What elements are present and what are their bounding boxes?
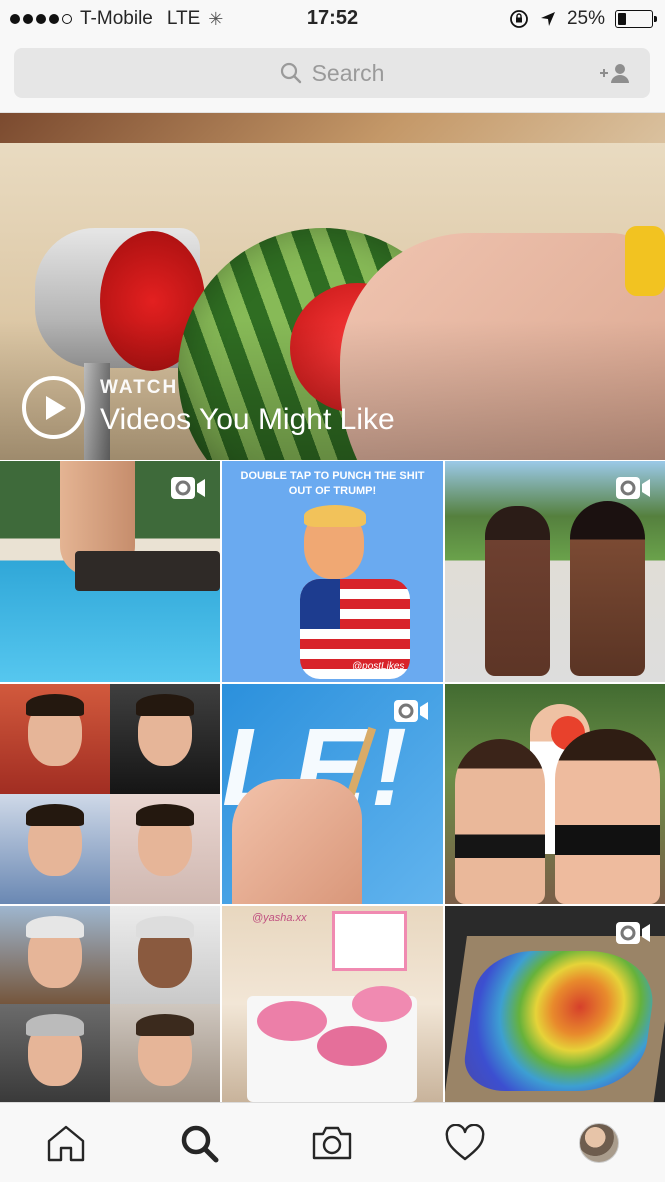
tile-beach-person-left	[455, 739, 545, 904]
explore-tile-pink-kitchen[interactable]: @yasha.xx	[222, 906, 443, 1102]
tile-kitchen-watermark: @yasha.xx	[252, 912, 307, 924]
tile-meme-hair	[304, 505, 366, 527]
explore-grid: DOUBLE TAP TO PUNCH THE SHIT OUT OF TRUM…	[0, 461, 665, 1102]
collage-cell	[110, 1004, 220, 1102]
search-input[interactable]: Search	[14, 48, 650, 98]
tile-kitchen-pot	[317, 1026, 387, 1066]
featured-video-card[interactable]: WATCH Videos You Might Like	[0, 113, 665, 460]
tab-camera[interactable]	[310, 1121, 354, 1165]
profile-avatar	[579, 1123, 619, 1163]
tile-painting-hand	[232, 779, 362, 904]
explore-tile-collage-men[interactable]	[0, 906, 220, 1102]
tab-bar	[0, 1102, 665, 1182]
tile-beach-person-right	[555, 729, 660, 904]
search-icon	[280, 62, 301, 84]
search-inner: Search	[280, 59, 385, 87]
camera-icon	[312, 1126, 352, 1160]
explore-tile-painting[interactable]: LE!	[222, 684, 443, 904]
tab-profile[interactable]	[577, 1121, 621, 1165]
tile-dancer-right	[570, 501, 645, 676]
tile-meme-watermark: @postLikes	[352, 661, 405, 672]
explore-tile-collage-actors[interactable]	[0, 684, 220, 904]
search-icon	[181, 1125, 219, 1163]
tab-search[interactable]	[177, 1121, 221, 1165]
tile-kitchen-pot	[352, 986, 412, 1022]
tile-sandbox-map	[460, 951, 660, 1091]
status-right: 25%	[509, 8, 657, 30]
collage-cell	[110, 906, 220, 1004]
tile-kitchen-pot	[257, 1001, 327, 1041]
battery-icon	[615, 10, 657, 28]
explore-tile-beach-friends[interactable]	[445, 684, 665, 904]
video-camera-icon	[616, 922, 650, 944]
collage-cell	[0, 794, 110, 904]
featured-eyebrow: WATCH	[100, 377, 179, 398]
search-placeholder: Search	[311, 59, 385, 86]
tile-kitchen-sign	[332, 911, 407, 971]
add-person-button[interactable]	[598, 62, 632, 90]
heart-icon	[445, 1124, 485, 1161]
tab-home[interactable]	[44, 1121, 88, 1165]
play-icon	[46, 395, 66, 420]
collage-cell	[0, 906, 110, 1004]
rotation-lock-icon	[510, 10, 528, 28]
explore-tile-meme[interactable]: DOUBLE TAP TO PUNCH THE SHIT OUT OF TRUM…	[222, 461, 443, 682]
tile-pool-raft	[75, 551, 220, 591]
featured-title: Videos You Might Like	[100, 403, 395, 436]
battery-fill	[618, 13, 626, 25]
battery-percent: 25%	[566, 8, 605, 29]
featured-video-yellow-object	[625, 226, 665, 296]
collage-cell	[110, 684, 220, 794]
search-header: Search	[0, 38, 665, 113]
tile-meme-caption: DOUBLE TAP TO PUNCH THE SHIT OUT OF TRUM…	[240, 470, 425, 497]
tab-activity[interactable]	[443, 1121, 487, 1165]
collage-cell	[0, 684, 110, 794]
explore-tile-sandbox[interactable]	[445, 906, 665, 1102]
collage-cell	[0, 1004, 110, 1102]
tile-meme-flag-canton	[300, 579, 340, 629]
tile-dancer-left	[485, 506, 550, 676]
status-bar: T-Mobile LTE ✳ 17:52 25%	[0, 0, 665, 38]
collage-cell	[110, 794, 220, 904]
location-arrow-icon	[540, 12, 555, 26]
video-camera-icon	[394, 700, 428, 722]
explore-tile-pool[interactable]	[0, 461, 220, 682]
add-person-icon	[600, 64, 629, 83]
video-camera-icon	[171, 477, 205, 499]
explore-tile-dancers[interactable]	[445, 461, 665, 682]
play-button[interactable]	[22, 376, 85, 439]
home-icon	[47, 1125, 85, 1162]
video-camera-icon	[616, 477, 650, 499]
